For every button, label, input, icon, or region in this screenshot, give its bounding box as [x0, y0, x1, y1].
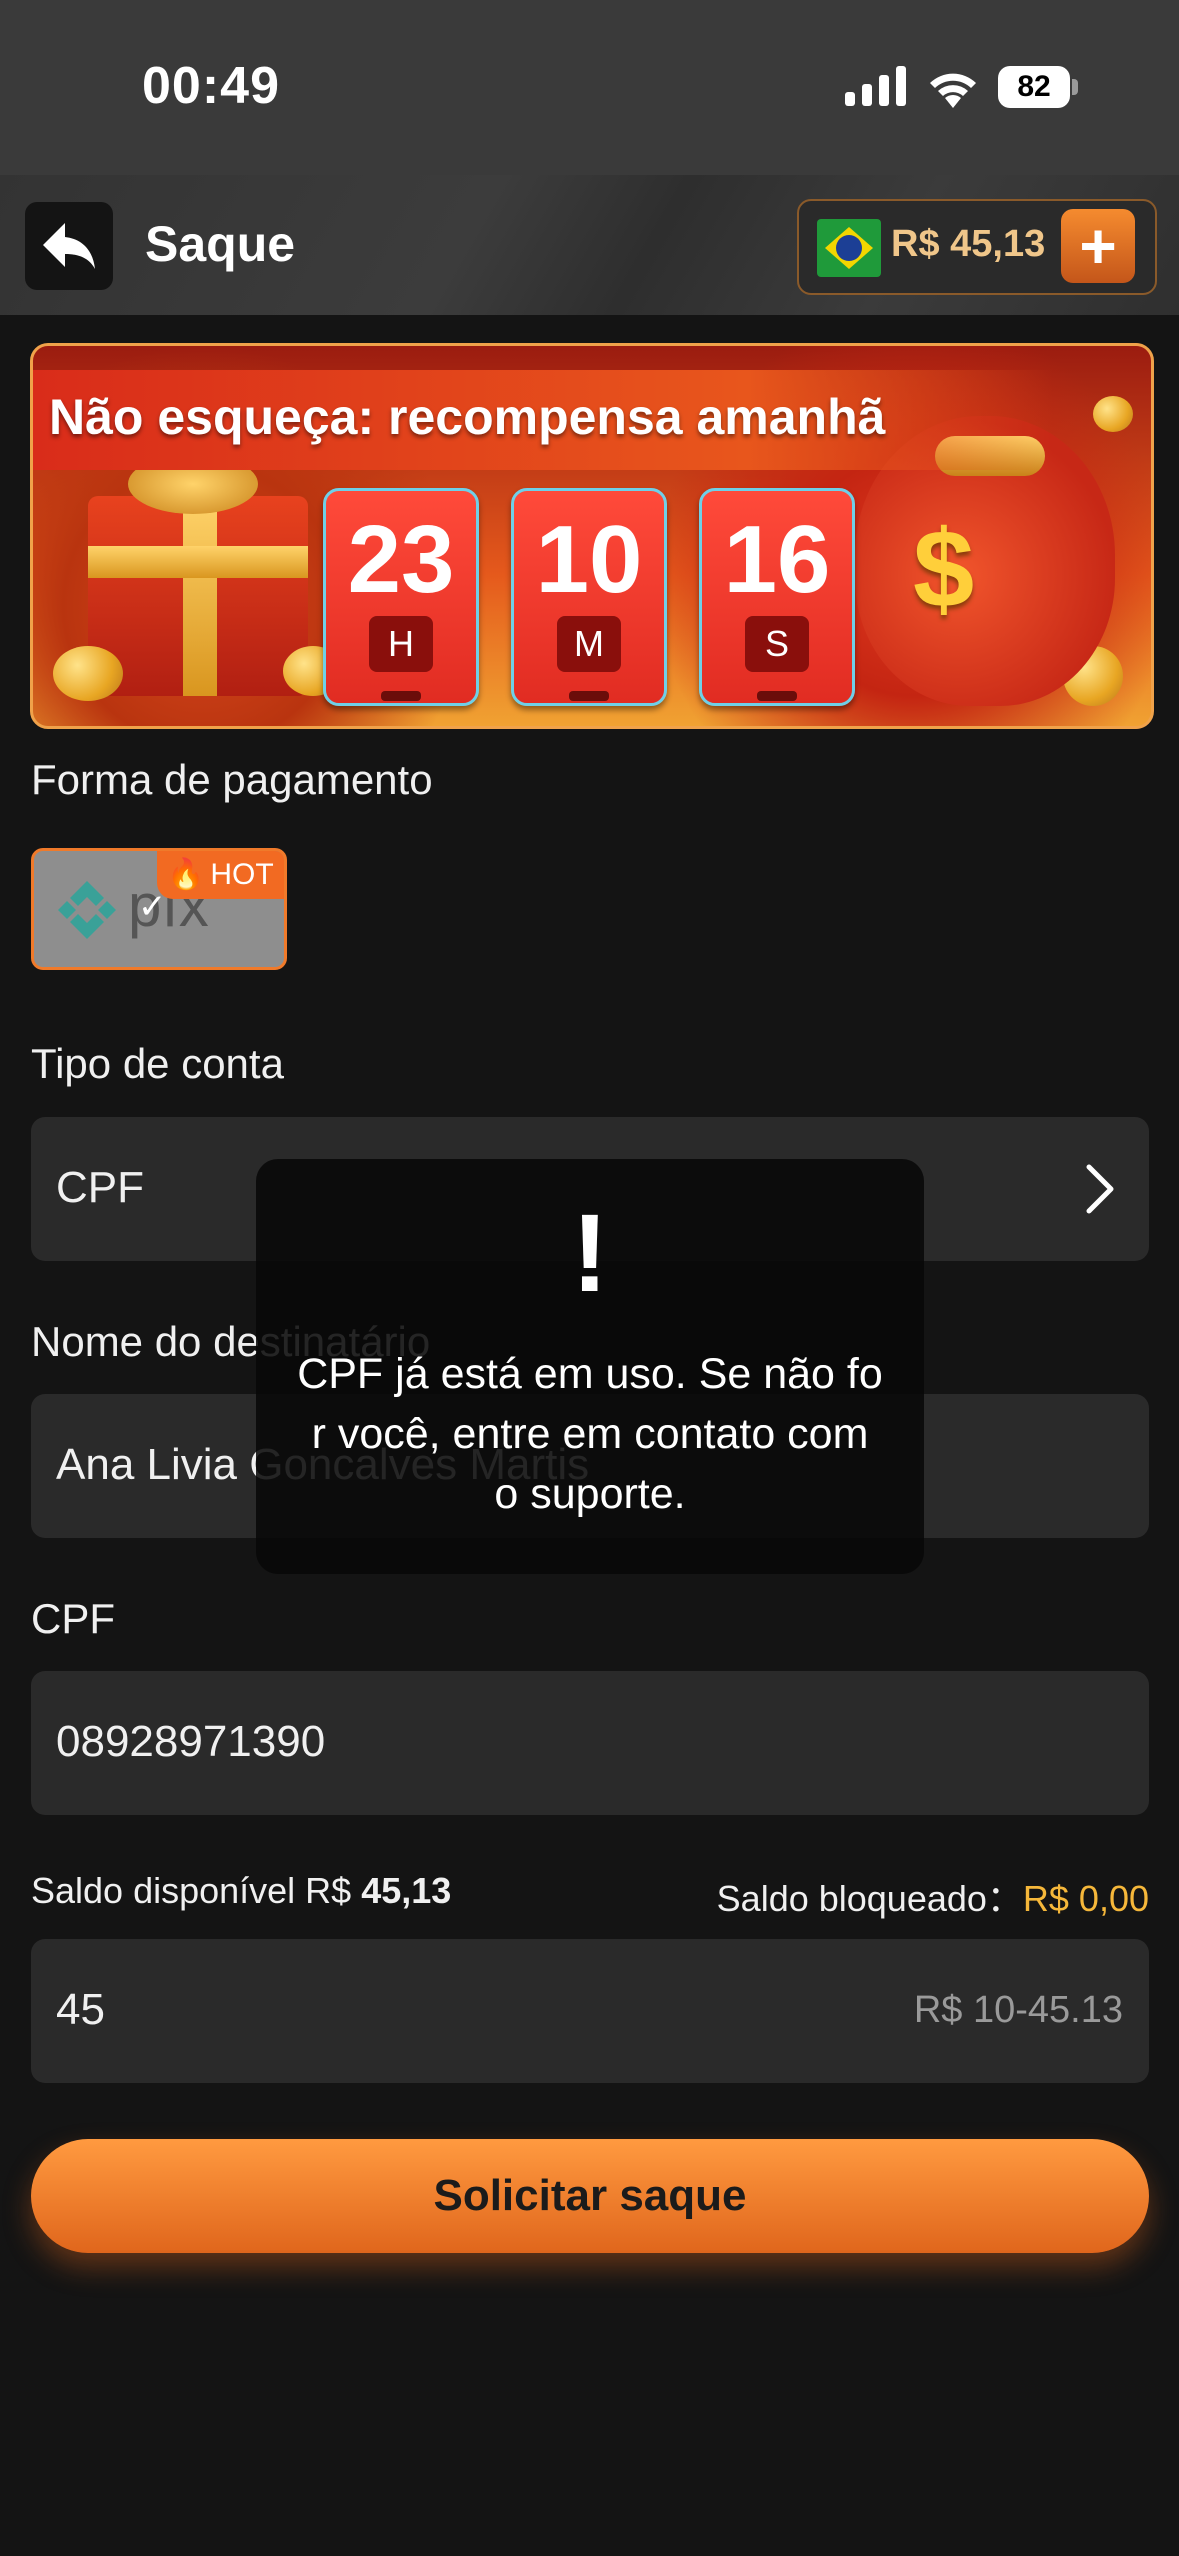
amount-range-hint: R$ 10-45.13: [913, 1989, 1123, 2031]
payment-method-label: Forma de pagamento: [31, 756, 433, 803]
toast-message: CPF já está em uso. Se não for você, ent…: [297, 1350, 883, 1518]
blocked-balance-label: Saldo bloqueado：: [716, 1878, 1023, 1919]
hot-badge: 🔥 HOT: [157, 851, 284, 899]
available-balance: Saldo disponível R$ 45,13: [31, 1870, 451, 1912]
wifi-icon: [930, 73, 976, 108]
blocked-balance: Saldo bloqueado：R$ 0,00: [717, 1870, 1149, 1922]
countdown-minutes-unit: M: [557, 616, 621, 672]
blocked-balance-value: R$ 0,00: [1022, 1878, 1149, 1919]
countdown-seconds-value: 16: [723, 506, 831, 613]
cellular-signal-icon: [845, 66, 906, 106]
account-type-label: Tipo de conta: [31, 1040, 284, 1087]
back-button[interactable]: [25, 202, 113, 290]
dollar-icon: $: [913, 508, 975, 631]
deposit-plus-button[interactable]: +: [1061, 209, 1135, 283]
cpf-value: 08928971390: [56, 1717, 326, 1766]
promo-banner[interactable]: $ Não esqueça: recompensa amanhã 23 H 10…: [30, 343, 1154, 729]
battery-icon: 82: [998, 66, 1078, 108]
app-header: Saque R$ 45,13 +: [0, 175, 1179, 315]
cpf-input[interactable]: 08928971390: [31, 1671, 1149, 1815]
back-arrow-icon: [43, 223, 95, 269]
request-withdrawal-button[interactable]: Solicitar saque: [31, 2139, 1149, 2253]
balance-info-row: Saldo disponível R$ 45,13 Saldo bloquead…: [31, 1870, 1149, 1920]
status-time: 00:49: [142, 57, 280, 115]
status-bar: 00:49 82: [0, 0, 1179, 175]
plus-icon: +: [1079, 210, 1117, 282]
flame-icon: 🔥: [167, 858, 205, 891]
chevron-right-icon: [1086, 1164, 1114, 1214]
battery-level: 82: [998, 66, 1070, 108]
exclamation-icon: !: [571, 1192, 609, 1315]
withdraw-amount-value: 45: [56, 1985, 105, 2034]
pix-payment-option[interactable]: pix ✓ 🔥 HOT: [31, 848, 287, 970]
wallet-balance: R$ 45,13 +: [797, 199, 1157, 295]
countdown-minutes: 10 M: [511, 488, 667, 706]
countdown-minutes-value: 10: [535, 506, 643, 613]
countdown-seconds: 16 S: [699, 488, 855, 706]
countdown-hours-value: 23: [347, 506, 455, 613]
countdown-hours-unit: H: [369, 616, 433, 672]
account-type-value: CPF: [56, 1163, 144, 1212]
error-toast: ! CPF já está em uso. Se não for você, e…: [256, 1159, 924, 1574]
page-title: Saque: [145, 216, 296, 272]
banner-title: Não esqueça: recompensa amanhã: [49, 389, 886, 445]
available-balance-value: 45,13: [361, 1870, 452, 1911]
pix-logo-icon: [58, 881, 116, 939]
countdown-seconds-unit: S: [745, 616, 809, 672]
brazil-flag-icon: [817, 219, 881, 277]
withdraw-amount-input[interactable]: 45 R$ 10-45.13: [31, 1939, 1149, 2083]
available-balance-label: Saldo disponível R$: [31, 1870, 362, 1911]
countdown-hours: 23 H: [323, 488, 479, 706]
balance-amount: R$ 45,13: [891, 223, 1046, 265]
cpf-label: CPF: [31, 1595, 115, 1642]
hot-badge-text: HOT: [210, 858, 274, 891]
